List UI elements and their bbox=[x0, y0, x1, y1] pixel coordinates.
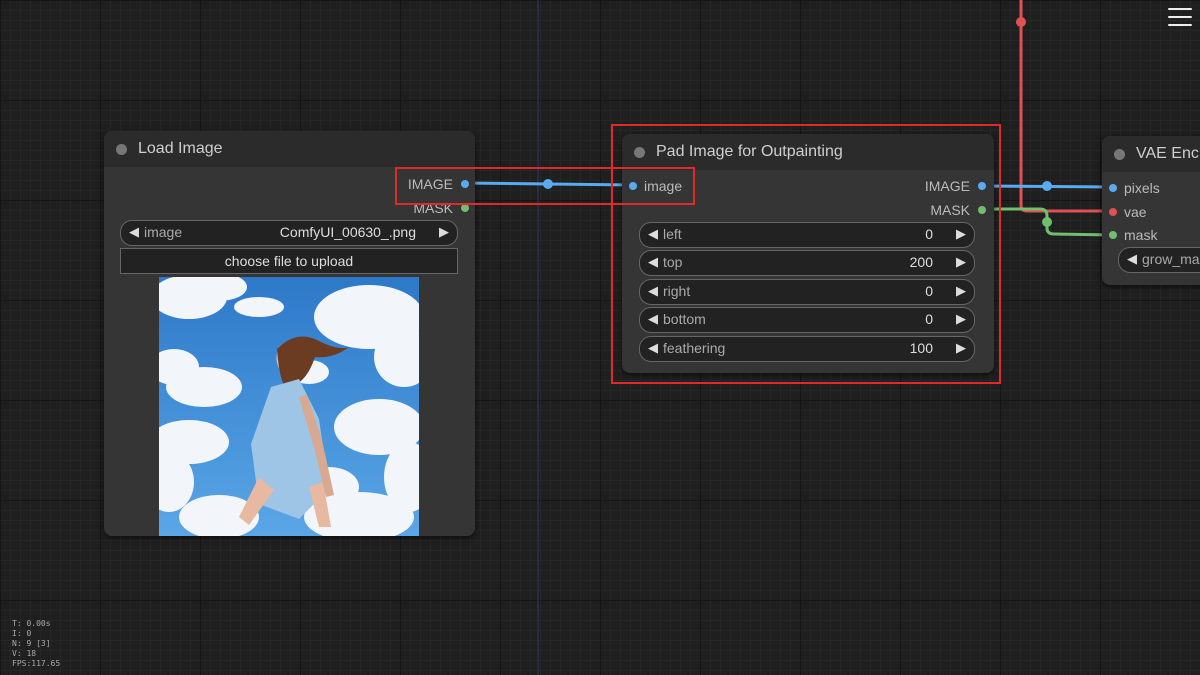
arrow-right-icon[interactable]: ▶ bbox=[439, 224, 449, 240]
image-preview bbox=[159, 277, 419, 536]
widget-label: top bbox=[663, 254, 683, 270]
link-mask-pad-to-vae-midpoint[interactable] bbox=[1042, 217, 1052, 227]
feathering-number-widget[interactable]: ◀ feathering 100 ▶ bbox=[639, 336, 975, 362]
stat-fps: FPS:117.65 bbox=[12, 659, 61, 668]
hamburger-menu-icon[interactable] bbox=[1166, 6, 1194, 30]
increment-icon[interactable]: ▶ bbox=[956, 283, 966, 299]
image-preview-drawing bbox=[159, 277, 419, 536]
output-image-dot-icon[interactable] bbox=[461, 180, 469, 188]
widget-label: image bbox=[144, 224, 183, 240]
input-vae-label: vae bbox=[1124, 204, 1147, 220]
output-mask[interactable]: MASK bbox=[930, 202, 986, 218]
input-image-label: image bbox=[644, 178, 683, 194]
stat-nodes: N: 9 [3] bbox=[12, 639, 51, 648]
canvas-stats: T: 0.00s I: 0 N: 9 [3] V: 18 FPS:117.65 bbox=[12, 619, 60, 669]
input-mask-label: mask bbox=[1124, 227, 1158, 243]
link-vae[interactable] bbox=[1019, 0, 1113, 213]
input-vae[interactable]: vae bbox=[1109, 204, 1147, 220]
link-image-load-to-pad-midpoint[interactable] bbox=[543, 179, 553, 189]
collapse-dot-icon[interactable] bbox=[116, 144, 127, 155]
output-image-label: IMAGE bbox=[407, 176, 453, 192]
input-image[interactable]: image bbox=[629, 178, 683, 194]
right-number-widget[interactable]: ◀ right 0 ▶ bbox=[639, 279, 975, 305]
widget-label: grow_ma bbox=[1142, 251, 1200, 267]
collapse-dot-icon[interactable] bbox=[1114, 149, 1125, 160]
output-image-dot-icon[interactable] bbox=[978, 182, 986, 190]
decrement-icon[interactable]: ◀ bbox=[648, 340, 658, 356]
arrow-left-icon[interactable]: ◀ bbox=[129, 224, 139, 240]
load-image-node-header[interactable]: Load Image bbox=[104, 131, 475, 167]
increment-icon[interactable]: ▶ bbox=[956, 340, 966, 356]
collapse-dot-icon[interactable] bbox=[634, 147, 645, 158]
input-pixels-label: pixels bbox=[1124, 180, 1160, 196]
widget-value: ComfyUI_00630_.png bbox=[279, 224, 416, 240]
node-title: Load Image bbox=[138, 140, 223, 157]
decrement-icon[interactable]: ◀ bbox=[648, 226, 658, 242]
input-vae-dot-icon[interactable] bbox=[1109, 208, 1117, 216]
widget-label: right bbox=[663, 283, 691, 299]
input-mask-dot-icon[interactable] bbox=[1109, 231, 1117, 239]
output-mask-dot-icon[interactable] bbox=[461, 204, 469, 212]
output-mask-label: MASK bbox=[413, 200, 453, 216]
input-pixels[interactable]: pixels bbox=[1109, 180, 1160, 196]
vae-encode-node[interactable]: VAE Enc pixels vae mask ◀ grow_ma bbox=[1102, 136, 1200, 285]
decrement-icon[interactable]: ◀ bbox=[648, 283, 658, 299]
stat-time: T: 0.00s bbox=[12, 619, 51, 628]
increment-icon[interactable]: ▶ bbox=[956, 254, 966, 270]
bottom-number-widget[interactable]: ◀ bottom 0 ▶ bbox=[639, 307, 975, 333]
link-image-pad-to-vae-midpoint[interactable] bbox=[1042, 181, 1052, 191]
link-vae-midpoint[interactable] bbox=[1016, 17, 1026, 27]
output-mask-dot-icon[interactable] bbox=[978, 206, 986, 214]
increment-icon[interactable]: ▶ bbox=[956, 226, 966, 242]
grow-mask-widget[interactable]: ◀ grow_ma bbox=[1118, 247, 1200, 273]
widget-label: bottom bbox=[663, 311, 706, 327]
decrement-icon[interactable]: ◀ bbox=[648, 254, 658, 270]
input-image-dot-icon[interactable] bbox=[629, 182, 637, 190]
node-title: Pad Image for Outpainting bbox=[656, 143, 843, 160]
widget-value: 100 bbox=[909, 340, 933, 356]
top-number-widget[interactable]: ◀ top 200 ▶ bbox=[639, 250, 975, 276]
output-image-label: IMAGE bbox=[924, 178, 970, 194]
vae-encode-node-header[interactable]: VAE Enc bbox=[1102, 136, 1200, 172]
pad-image-node-header[interactable]: Pad Image for Outpainting bbox=[622, 134, 994, 170]
input-mask[interactable]: mask bbox=[1109, 227, 1158, 243]
widget-label: left bbox=[663, 226, 682, 242]
widget-value: 0 bbox=[925, 226, 933, 242]
widget-value: 0 bbox=[925, 283, 933, 299]
node-title: VAE Enc bbox=[1136, 145, 1199, 162]
input-pixels-dot-icon[interactable] bbox=[1109, 184, 1117, 192]
widget-label: feathering bbox=[663, 340, 726, 356]
stat-i: I: 0 bbox=[12, 629, 32, 638]
decrement-icon[interactable]: ◀ bbox=[648, 311, 658, 327]
stat-visible: V: 18 bbox=[12, 649, 37, 658]
widget-value: 0 bbox=[925, 311, 933, 327]
decrement-icon[interactable]: ◀ bbox=[1127, 251, 1137, 267]
output-image[interactable]: IMAGE bbox=[407, 176, 469, 192]
image-combo-widget[interactable]: ◀ image ComfyUI_00630_.png ▶ bbox=[120, 220, 458, 246]
output-image[interactable]: IMAGE bbox=[924, 178, 986, 194]
left-number-widget[interactable]: ◀ left 0 ▶ bbox=[639, 222, 975, 248]
upload-button[interactable]: choose file to upload bbox=[120, 248, 458, 274]
pad-image-node[interactable]: Pad Image for Outpainting image IMAGE MA… bbox=[622, 134, 994, 373]
increment-icon[interactable]: ▶ bbox=[956, 311, 966, 327]
widget-value: 200 bbox=[909, 254, 933, 270]
output-mask-label: MASK bbox=[930, 202, 970, 218]
output-mask[interactable]: MASK bbox=[413, 200, 469, 216]
